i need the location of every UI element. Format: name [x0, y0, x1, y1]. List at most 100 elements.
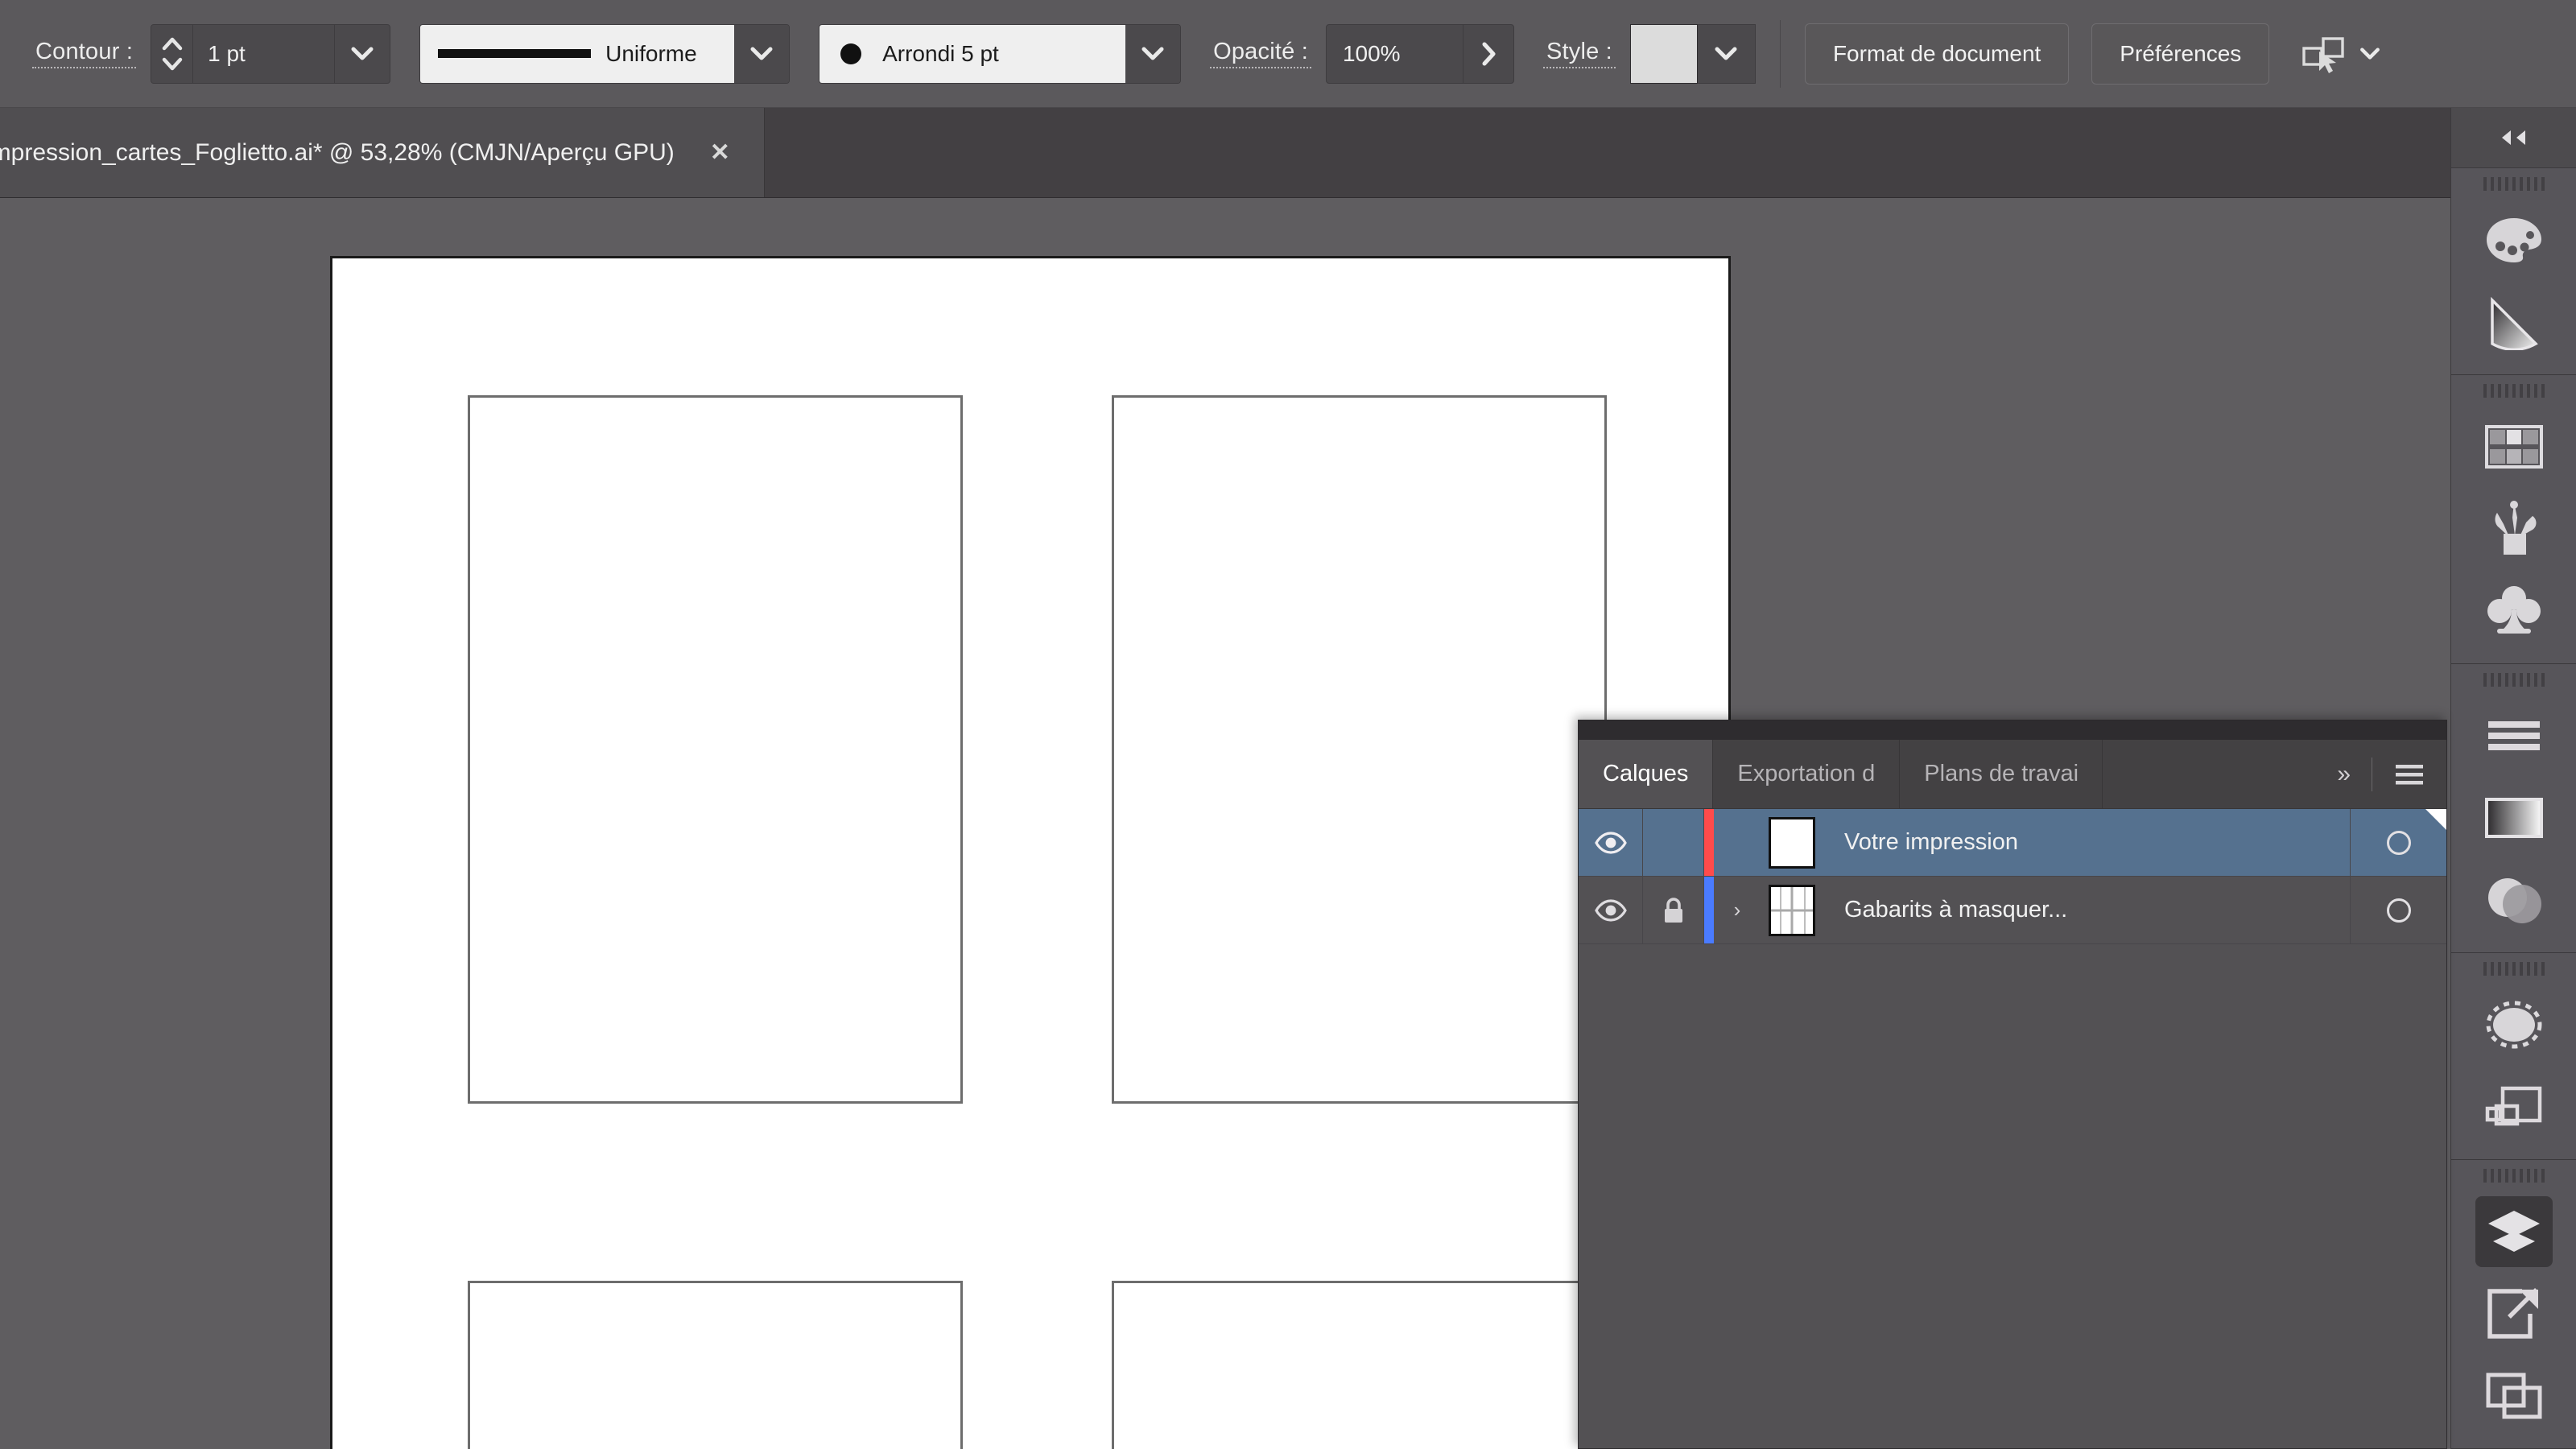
table-row[interactable]: › Gabarits à masquer... — [1579, 877, 2446, 944]
dock-icon-gradient-wheel[interactable] — [2451, 281, 2576, 363]
stepper-up-icon[interactable] — [160, 35, 184, 52]
stroke-profile-value: Uniforme — [605, 40, 697, 66]
round-cap-preview-icon — [840, 43, 862, 64]
target-ring-icon — [2386, 830, 2411, 855]
opacity-label: Opacité : — [1210, 39, 1311, 68]
appearance-dashed-circle-icon — [2486, 1001, 2541, 1049]
graphic-style-swatch[interactable] — [1629, 23, 1698, 84]
dock-icon-align-paragraph[interactable] — [2451, 695, 2576, 777]
dock-icon-appearance[interactable] — [2451, 984, 2576, 1066]
document-tab-title: impression_cartes_Foglietto.ai* @ 53,28%… — [0, 138, 675, 166]
stroke-cap-dropdown-button[interactable] — [1125, 24, 1181, 83]
stroke-profile-field[interactable]: Uniforme — [420, 24, 735, 83]
dock-icon-brushes[interactable] — [2451, 488, 2576, 570]
layer-target-button[interactable] — [2350, 877, 2446, 943]
card-top-right[interactable] — [1112, 395, 1607, 1104]
dock-grip[interactable] — [2451, 953, 2576, 984]
layers-panel-titlebar[interactable] — [1579, 720, 2446, 740]
gradient-bar-icon — [2484, 798, 2543, 838]
symbols-clover-icon — [2487, 586, 2541, 634]
dock-icon-gradient[interactable] — [2451, 777, 2576, 859]
opacity-options-button[interactable] — [1463, 25, 1513, 83]
chevron-down-icon — [1141, 47, 1164, 60]
stroke-cap-field[interactable]: Arrondi 5 pt — [819, 24, 1126, 83]
dock-icon-color[interactable] — [2451, 199, 2576, 281]
card-bottom-left[interactable] — [468, 1281, 963, 1449]
gradient-wheel-icon — [2490, 296, 2538, 350]
layers-panel-tabs: Calques Exportation d Plans de travai » — [1579, 740, 2446, 809]
tab-plans-de-travail[interactable]: Plans de travai — [1900, 740, 2103, 808]
dock-grip[interactable] — [2451, 168, 2576, 199]
current-layer-indicator-icon — [2425, 809, 2446, 830]
collapse-panels-button[interactable] — [2451, 108, 2576, 168]
layer-visibility-toggle[interactable] — [1579, 809, 1643, 876]
dock-icon-symbols[interactable] — [2451, 570, 2576, 652]
toolbar-divider — [1779, 19, 1781, 88]
stroke-profile-combo[interactable]: Uniforme — [419, 23, 791, 84]
select-similar-objects-button[interactable] — [2301, 34, 2382, 74]
card-top-left[interactable] — [468, 395, 963, 1104]
expand-tabs-button[interactable]: » — [2337, 761, 2351, 788]
tab-calques[interactable]: Calques — [1579, 740, 1714, 808]
stroke-cap-combo[interactable]: Arrondi 5 pt — [819, 23, 1182, 84]
uniform-stroke-preview-icon — [438, 49, 592, 58]
dock-grip[interactable] — [2451, 375, 2576, 406]
stroke-cap-value: Arrondi 5 pt — [882, 40, 999, 66]
stroke-weight-input[interactable]: 1 pt — [193, 24, 336, 83]
target-ring-icon — [2386, 898, 2411, 923]
dock-group-color — [2451, 168, 2576, 375]
card-bottom-right[interactable] — [1112, 1281, 1607, 1449]
layer-lock-toggle[interactable] — [1643, 809, 1704, 876]
document-tab-bar: impression_cartes_Foglietto.ai* @ 53,28%… — [0, 108, 2576, 198]
opacity-input[interactable]: 100% — [1327, 24, 1463, 83]
pathfinder-icon — [2485, 1086, 2541, 1126]
preferences-button[interactable]: Préférences — [2091, 23, 2270, 85]
close-icon[interactable]: ✕ — [710, 138, 730, 167]
layer-lock-toggle[interactable] — [1643, 877, 1704, 943]
chevron-down-icon — [351, 47, 374, 60]
stepper-down-icon[interactable] — [160, 56, 184, 72]
transparency-circles-icon — [2487, 878, 2541, 923]
chevron-right-icon — [1482, 42, 1496, 65]
dock-icon-artboards[interactable] — [2451, 1355, 2576, 1437]
layer-name[interactable]: Gabarits à masquer... — [1823, 877, 2350, 943]
dock-grip[interactable] — [2451, 664, 2576, 695]
dock-icon-pathfinder[interactable] — [2451, 1066, 2576, 1148]
document-tab[interactable]: impression_cartes_Foglietto.ai* @ 53,28%… — [0, 108, 765, 197]
layers-panel-tab-actions: » — [2316, 740, 2446, 808]
dock-icon-transparency[interactable] — [2451, 859, 2576, 941]
layer-name[interactable]: Votre impression — [1823, 809, 2350, 876]
tab-plans-de-travail-label: Plans de travai — [1924, 761, 2079, 786]
dock-icon-layers[interactable] — [2451, 1191, 2576, 1273]
layer-color-chip — [1704, 809, 1714, 876]
hamburger-menu-icon[interactable] — [2393, 761, 2425, 788]
dock-grip[interactable] — [2451, 1160, 2576, 1191]
layer-disclosure-placeholder — [1714, 809, 1761, 876]
collapse-panels-double-chevron-icon — [2501, 130, 2525, 145]
graphic-style-dropdown-button[interactable] — [1697, 23, 1756, 84]
artboard[interactable] — [330, 256, 1731, 1449]
stroke-weight-stepper[interactable] — [151, 24, 194, 83]
dock-icon-swatches[interactable] — [2451, 406, 2576, 488]
style-label: Style : — [1542, 39, 1616, 68]
swatches-grid-icon — [2484, 425, 2543, 469]
opacity-group[interactable]: 100% — [1325, 23, 1514, 84]
stroke-profile-dropdown-button[interactable] — [734, 24, 790, 83]
layer-color-chip — [1704, 877, 1714, 943]
stroke-weight-dropdown-button[interactable] — [335, 24, 390, 83]
layer-disclosure-triangle-icon[interactable]: › — [1714, 877, 1761, 943]
tab-exportation-label: Exportation d — [1737, 761, 1876, 786]
chevron-down-icon — [2360, 47, 2380, 60]
layer-visibility-toggle[interactable] — [1579, 877, 1643, 943]
layers-list[interactable]: Votre impression › Gabarits à masquer... — [1579, 809, 2446, 1448]
document-setup-button[interactable]: Format de document — [1804, 23, 2070, 85]
stroke-weight-group[interactable]: 1 pt — [151, 23, 391, 84]
table-row[interactable]: Votre impression — [1579, 809, 2446, 877]
eye-icon — [1594, 898, 1627, 922]
brushes-icon — [2495, 501, 2536, 555]
illustrator-window: Contour : 1 pt Uniforme Arrondi 5 pt Opa… — [0, 0, 2576, 1449]
dock-group-layers — [2451, 1160, 2576, 1449]
dock-icon-asset-export[interactable] — [2451, 1273, 2576, 1355]
tab-exportation[interactable]: Exportation d — [1713, 740, 1901, 808]
dock-group-pathfinder — [2451, 953, 2576, 1160]
